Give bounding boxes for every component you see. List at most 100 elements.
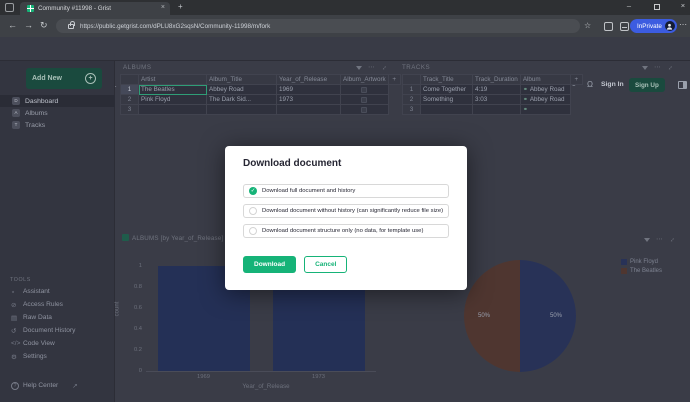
pie-chart: 50% 50% bbox=[464, 260, 576, 372]
expand-icon[interactable]: ↔ bbox=[665, 63, 675, 73]
sign-up-button[interactable]: Sign Up bbox=[629, 78, 665, 92]
page-label: Tracks bbox=[25, 121, 46, 129]
column-header-album_artwork[interactable]: Album_Artwork bbox=[340, 74, 389, 85]
sign-in-link[interactable]: Sign In bbox=[601, 81, 624, 88]
expand-icon[interactable]: ↔ bbox=[667, 235, 677, 245]
widget-menu-icon[interactable]: ⋯ bbox=[654, 64, 661, 71]
column-header-track_title[interactable]: Track_Title bbox=[420, 74, 473, 85]
window-close-button[interactable]: × bbox=[676, 1, 690, 10]
table-cell[interactable]: 1973 bbox=[276, 94, 341, 105]
cancel-button[interactable]: Cancel bbox=[304, 256, 348, 273]
table-cell[interactable]: The Beatles bbox=[138, 84, 207, 95]
back-icon[interactable]: ← bbox=[8, 20, 17, 30]
right-panel-toggle-icon[interactable] bbox=[678, 81, 687, 89]
browser-essentials-icon[interactable] bbox=[620, 22, 629, 31]
table-cell[interactable]: Come Together bbox=[420, 84, 473, 95]
plus-icon: + bbox=[85, 73, 96, 84]
new-tab-button[interactable]: + bbox=[178, 2, 183, 11]
table-cell[interactable]: 3:03 bbox=[472, 94, 521, 105]
row-number[interactable]: 1 bbox=[120, 84, 139, 95]
expand-icon[interactable]: ↔ bbox=[379, 63, 389, 73]
browser-tab[interactable]: Community #11998 - Grist × bbox=[20, 2, 170, 15]
sidebar-item-document-history[interactable]: ↺ Document History bbox=[0, 324, 115, 337]
radio-icon[interactable] bbox=[249, 207, 257, 215]
table-cell[interactable]: ⚭ Abbey Road bbox=[519, 94, 571, 105]
inprivate-badge[interactable]: InPrivate bbox=[630, 19, 677, 33]
bell-icon[interactable]: Ω bbox=[587, 80, 593, 89]
sidebar-item-settings[interactable]: ⚙ Settings bbox=[0, 350, 115, 363]
gutter-cell bbox=[570, 95, 582, 105]
download-button[interactable]: Download bbox=[243, 256, 297, 273]
filter-icon[interactable] bbox=[642, 66, 648, 70]
sidebar-item-albums[interactable]: A Albums bbox=[0, 107, 115, 119]
widget-menu-icon[interactable]: ⋯ bbox=[656, 236, 663, 243]
radio-selected-icon[interactable]: ✓ bbox=[249, 187, 257, 195]
sidebar-item-raw-data[interactable]: ▤ Raw Data bbox=[0, 311, 115, 324]
refresh-icon[interactable]: ↻ bbox=[40, 20, 48, 31]
column-header-track_duration[interactable]: Track_Duration bbox=[472, 74, 521, 85]
table-cell[interactable] bbox=[472, 104, 521, 115]
table-cell[interactable]: 1969 bbox=[276, 84, 341, 95]
add-column-button[interactable]: + bbox=[387, 74, 401, 85]
external-link-icon: ↗ bbox=[72, 382, 78, 390]
assistant-icon: ⋆ bbox=[11, 288, 16, 296]
column-header-year_of_release[interactable]: Year_of_Release bbox=[276, 74, 341, 85]
column-header-artist[interactable]: Artist bbox=[138, 74, 207, 85]
row-number-header[interactable] bbox=[120, 74, 139, 85]
row-number[interactable]: 3 bbox=[402, 104, 421, 115]
download-option-2[interactable]: Download document without history (can s… bbox=[243, 204, 449, 218]
table-cell[interactable] bbox=[138, 104, 207, 115]
table-cell[interactable] bbox=[206, 104, 277, 115]
inprivate-label: InPrivate bbox=[637, 22, 662, 30]
table-cell[interactable]: 4:19 bbox=[472, 84, 521, 95]
widget-menu-icon[interactable]: ⋯ bbox=[368, 64, 375, 71]
legend-swatch bbox=[621, 259, 627, 265]
table-cell[interactable]: The Dark Sid... bbox=[206, 94, 277, 105]
forward-icon[interactable]: → bbox=[24, 20, 33, 30]
table-cell[interactable] bbox=[276, 104, 341, 115]
page-icon: D bbox=[12, 97, 20, 105]
x-axis-label: Year_of_Release bbox=[242, 383, 290, 390]
sidebar-item-access-rules[interactable]: ⊘ Access Rules bbox=[0, 298, 115, 311]
column-header-album_title[interactable]: Album_Title bbox=[206, 74, 277, 85]
sidebar-item-tracks[interactable]: T Tracks bbox=[0, 119, 115, 131]
filter-icon[interactable] bbox=[644, 238, 650, 242]
table-cell[interactable]: Pink Floyd bbox=[138, 94, 207, 105]
attachment-cell[interactable] bbox=[340, 104, 389, 115]
tool-label: Settings bbox=[23, 353, 47, 360]
sidebar-item-help-center[interactable]: ? Help Center ↗ bbox=[0, 379, 115, 392]
download-option-1[interactable]: ✓ Download full document and history bbox=[243, 184, 449, 198]
attachment-cell[interactable] bbox=[340, 94, 389, 105]
filter-icon[interactable] bbox=[356, 66, 362, 70]
page-icon: T bbox=[12, 121, 20, 129]
row-number[interactable]: 2 bbox=[120, 94, 139, 105]
browser-toolbar: ← → ↻ https://public.getgrist.com/dPLU8x… bbox=[0, 15, 690, 37]
add-new-button[interactable]: Add New + bbox=[26, 68, 102, 89]
radio-icon[interactable] bbox=[249, 227, 257, 235]
row-number[interactable]: 3 bbox=[120, 104, 139, 115]
row-number-header[interactable] bbox=[402, 74, 421, 85]
table-cell[interactable] bbox=[420, 104, 473, 115]
row-number[interactable]: 2 bbox=[402, 94, 421, 105]
row-number[interactable]: 1 bbox=[402, 84, 421, 95]
address-bar[interactable]: https://public.getgrist.com/dPLU8xG2sqsN… bbox=[56, 19, 580, 33]
tab-close-icon[interactable]: × bbox=[161, 4, 165, 11]
table-cell[interactable]: Something bbox=[420, 94, 473, 105]
table-cell[interactable]: ⚭ bbox=[519, 104, 571, 115]
table-cell[interactable]: ⚭ Abbey Road bbox=[519, 84, 571, 95]
window-maximize-button[interactable] bbox=[650, 3, 664, 12]
add-column-button[interactable]: + bbox=[569, 74, 583, 85]
extension-icon[interactable] bbox=[604, 22, 613, 31]
window-minimize-button[interactable]: – bbox=[622, 1, 636, 10]
tab-actions-icon[interactable] bbox=[5, 3, 14, 12]
attachment-cell[interactable] bbox=[340, 84, 389, 95]
access-rules-icon: ⊘ bbox=[11, 301, 17, 309]
sidebar-item-dashboard[interactable]: D Dashboard bbox=[0, 95, 115, 107]
download-option-3[interactable]: Download document structure only (no dat… bbox=[243, 224, 449, 238]
column-header-album[interactable]: Album bbox=[519, 74, 571, 85]
sidebar-item-code-view[interactable]: </> Code View bbox=[0, 337, 115, 350]
browser-menu-icon[interactable]: ⋯ bbox=[679, 20, 687, 29]
sidebar-item-assistant[interactable]: ⋆ Assistant bbox=[0, 285, 115, 298]
table-cell[interactable]: Abbey Road bbox=[206, 84, 277, 95]
favorites-star-icon[interactable]: ☆ bbox=[584, 21, 591, 30]
